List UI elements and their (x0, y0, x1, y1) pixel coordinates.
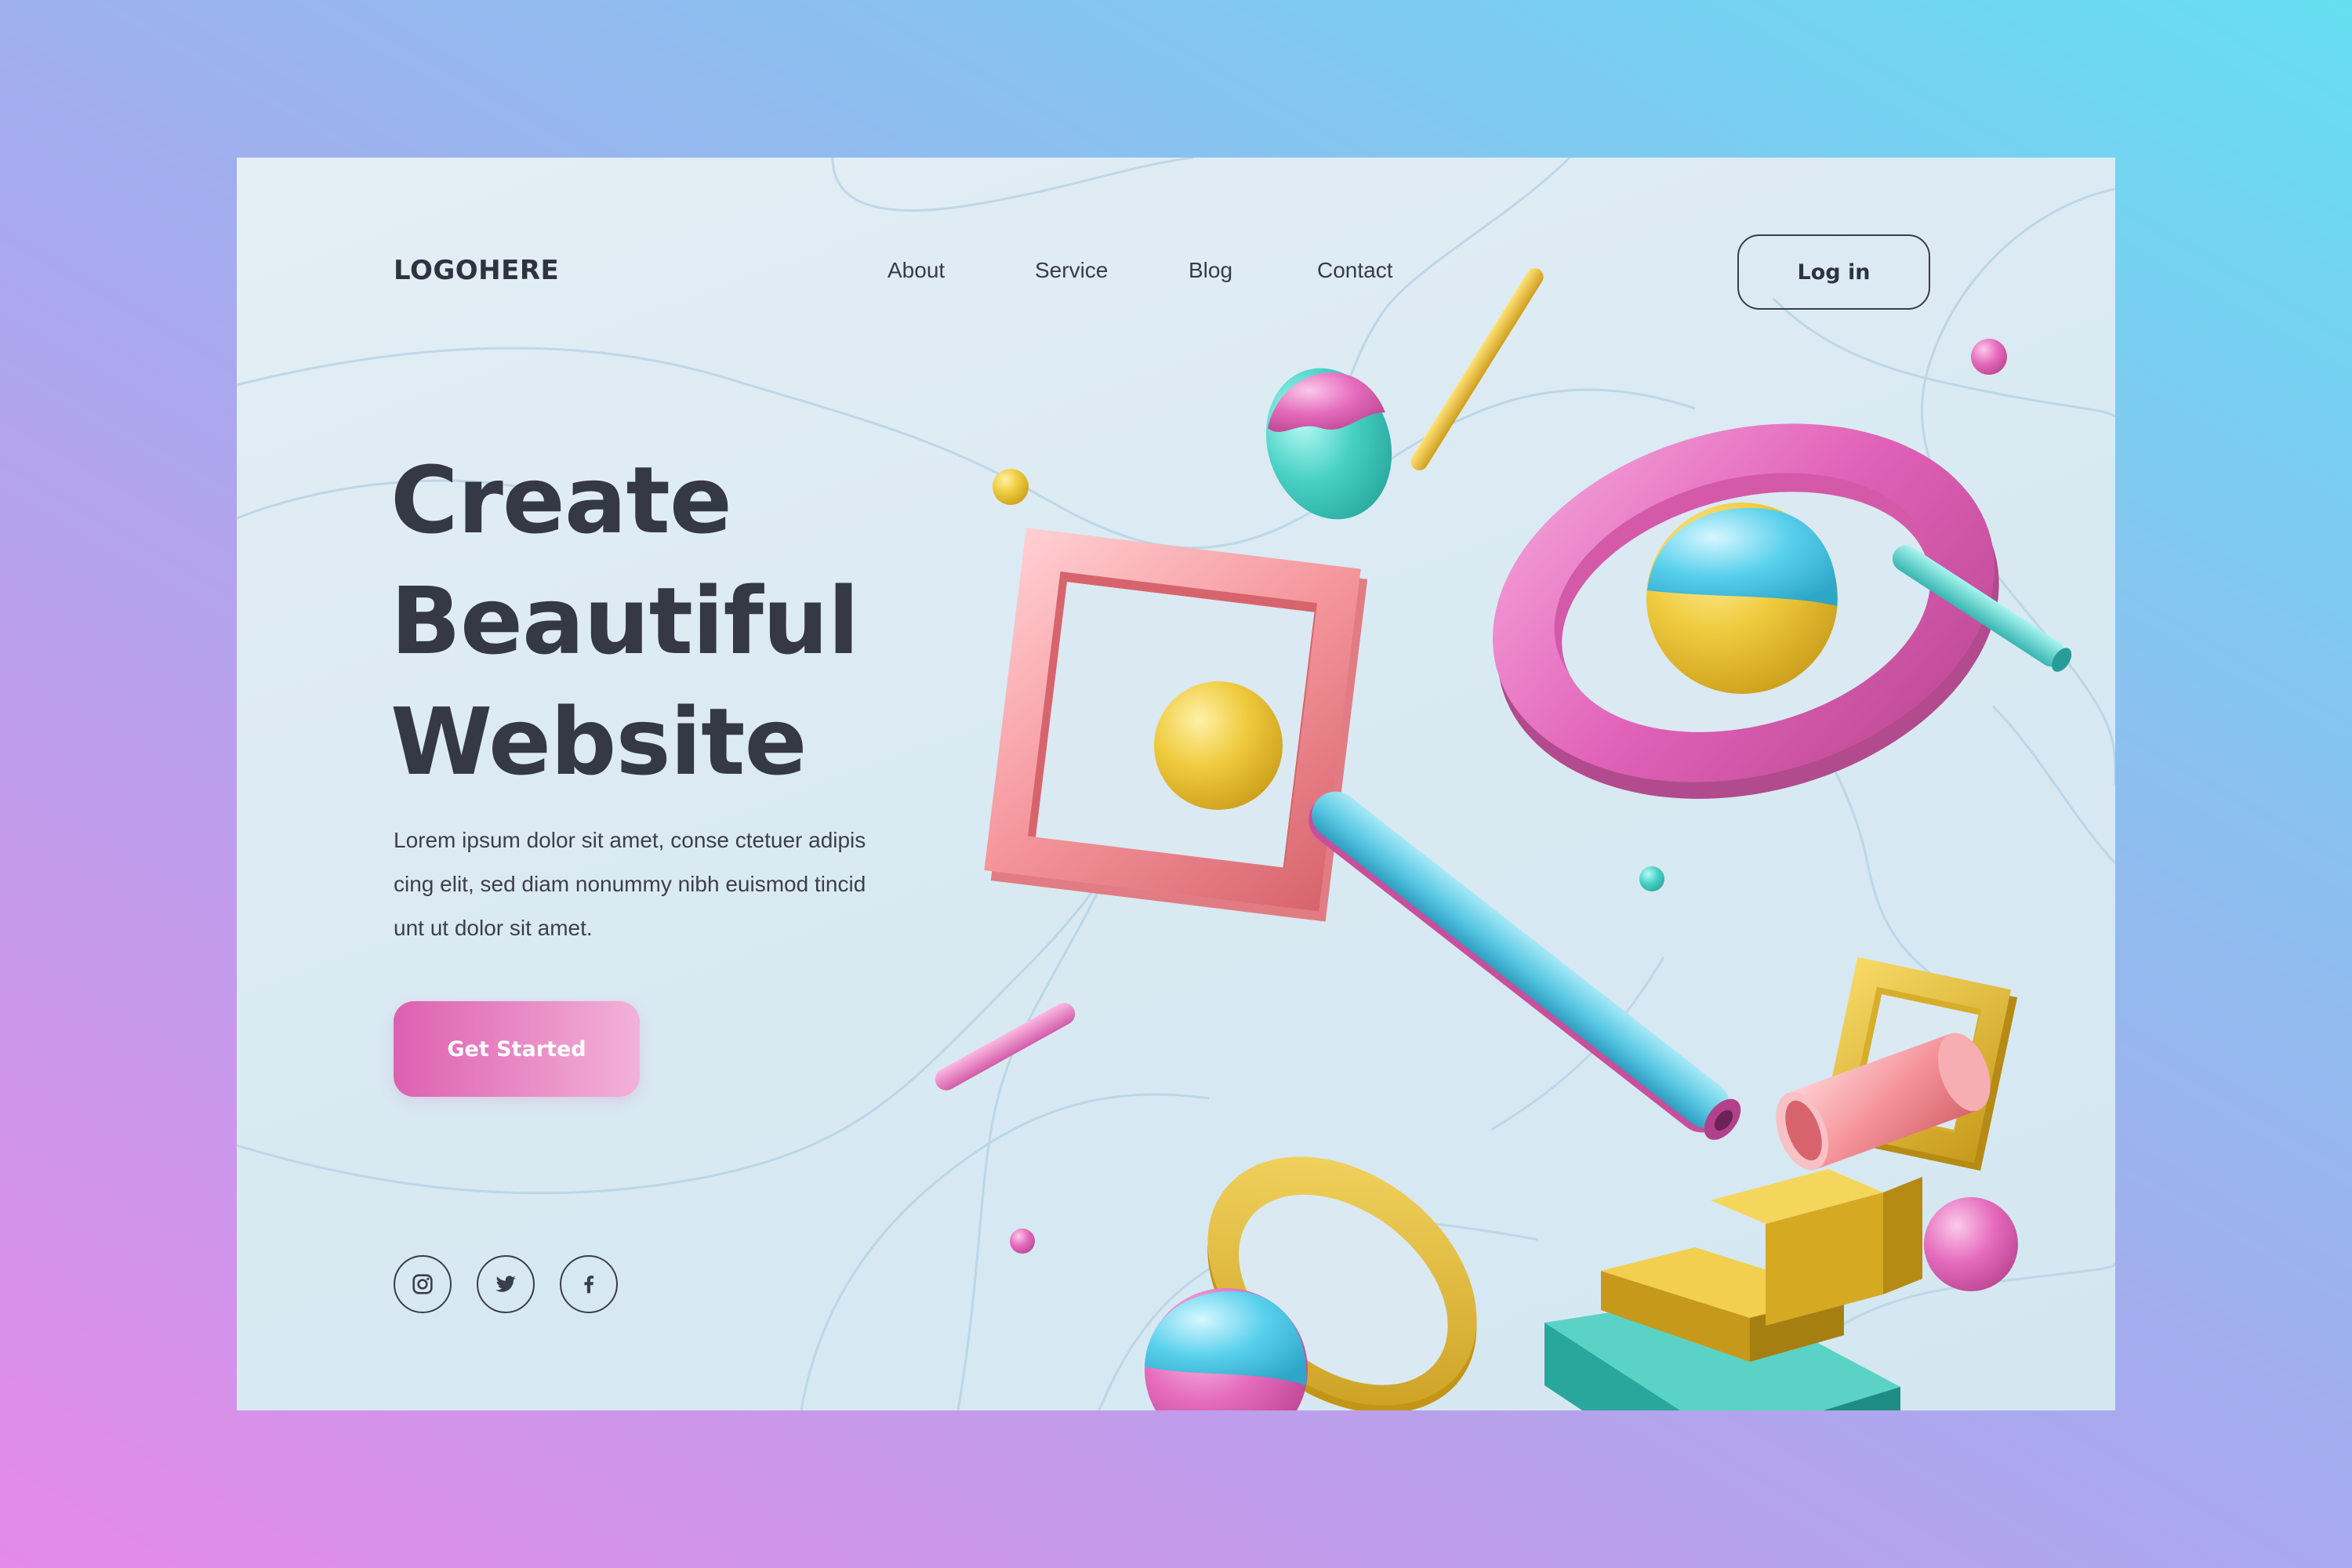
twitter-icon (495, 1276, 516, 1292)
hero-description: Lorem ipsum dolor sit amet, conse ctetue… (394, 818, 942, 950)
landing-page-card: LOGOHERE About Service Blog Contact Log … (237, 158, 2115, 1410)
headline-line: Website (390, 688, 808, 796)
instagram-link[interactable] (394, 1255, 452, 1313)
description-line: unt ut dolor sit amet. (394, 916, 593, 940)
facebook-icon (584, 1276, 594, 1294)
hero-headline: Create Beautiful Website (390, 440, 859, 802)
description-line: cing elit, sed diam nonummy nibh euismod… (394, 872, 866, 896)
login-button[interactable]: Log in (1737, 234, 1930, 310)
nav-item-service[interactable]: Service (1035, 258, 1108, 283)
headline-line: Beautiful (390, 567, 859, 675)
description-line: Lorem ipsum dolor sit amet, conse ctetue… (394, 828, 866, 852)
headline-line: Create (390, 446, 732, 554)
logo[interactable]: LOGOHERE (394, 255, 559, 286)
nav-item-blog[interactable]: Blog (1189, 258, 1232, 283)
nav-item-about[interactable]: About (887, 258, 945, 283)
twitter-link[interactable] (477, 1255, 535, 1313)
instagram-icon (412, 1274, 433, 1294)
get-started-button[interactable]: Get Started (394, 1001, 640, 1097)
facebook-link[interactable] (560, 1255, 618, 1313)
nav-item-contact[interactable]: Contact (1317, 258, 1393, 283)
